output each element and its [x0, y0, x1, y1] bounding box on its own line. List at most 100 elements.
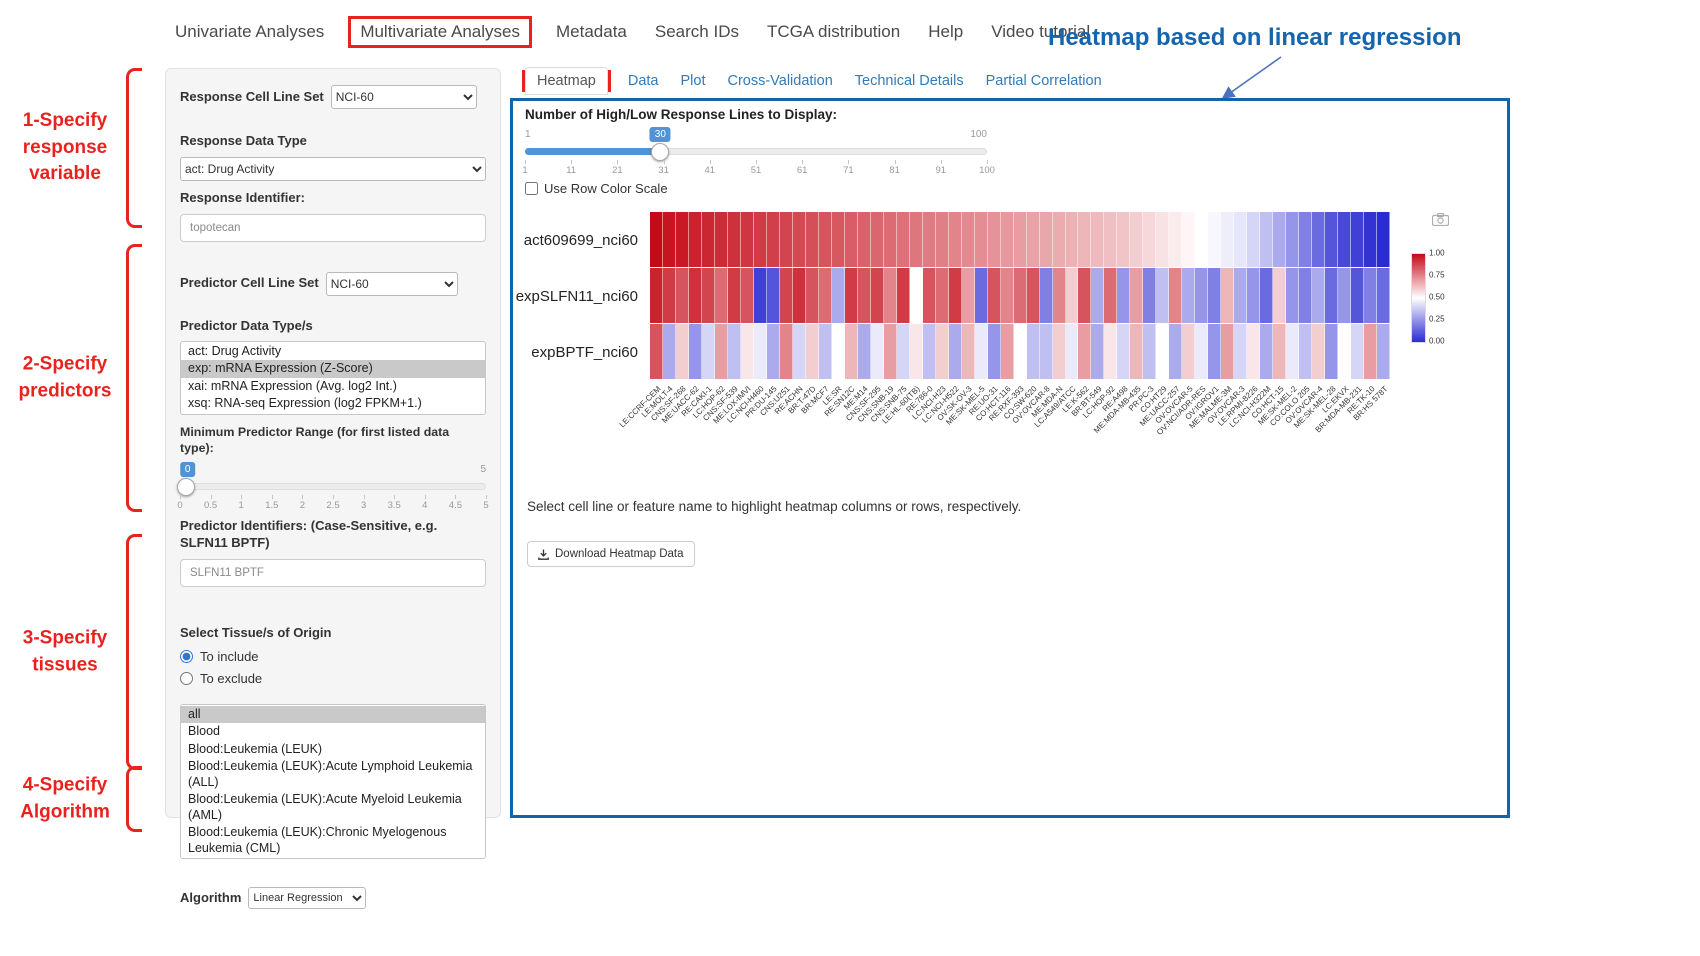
heatmap-cell[interactable] — [780, 212, 793, 267]
heatmap-cell[interactable] — [1325, 324, 1338, 379]
heatmap-cell[interactable] — [1130, 324, 1143, 379]
heatmap-cell[interactable] — [897, 268, 910, 323]
list-option[interactable]: Blood:Leukemia (LEUK):Acute Myeloid Leuk… — [181, 791, 485, 824]
heatmap-cell[interactable] — [1117, 212, 1130, 267]
tab-plot[interactable]: Plot — [669, 68, 716, 94]
heatmap-cell[interactable] — [1234, 324, 1247, 379]
heatmap-cell[interactable] — [1247, 268, 1260, 323]
heatmap-cell[interactable] — [715, 268, 728, 323]
slider-handle[interactable] — [177, 478, 195, 496]
heatmap-cell[interactable] — [1091, 268, 1104, 323]
heatmap-cell[interactable] — [1040, 324, 1053, 379]
heatmap-cell[interactable] — [1053, 212, 1066, 267]
heatmap-cell[interactable] — [884, 212, 897, 267]
heatmap-row-label[interactable]: act609699_nci60 — [513, 212, 645, 268]
heatmap-cell[interactable] — [1325, 268, 1338, 323]
heatmap-cell[interactable] — [936, 212, 949, 267]
heatmap-cell[interactable] — [858, 212, 871, 267]
heatmap-cell[interactable] — [988, 212, 1001, 267]
heatmap-cell[interactable] — [845, 212, 858, 267]
heatmap-cell[interactable] — [923, 324, 936, 379]
heatmap-cell[interactable] — [1351, 212, 1364, 267]
heatmap-cell[interactable] — [1053, 268, 1066, 323]
heatmap-cell[interactable] — [1169, 324, 1182, 379]
slider-track[interactable] — [180, 483, 486, 490]
lines-slider[interactable]: 1 100 30 1112131415161718191100 — [525, 123, 987, 171]
heatmap-cell[interactable] — [767, 212, 780, 267]
heatmap-cell[interactable] — [1338, 324, 1351, 379]
heatmap-cell[interactable] — [910, 212, 923, 267]
heatmap-cell[interactable] — [741, 268, 754, 323]
tissue-radio-to-include[interactable]: To include — [180, 649, 486, 664]
heatmap-cell[interactable] — [1143, 212, 1156, 267]
heatmap-cell[interactable] — [767, 268, 780, 323]
heatmap-cell[interactable] — [1338, 268, 1351, 323]
heatmap-cell[interactable] — [1299, 268, 1312, 323]
heatmap-cell[interactable] — [780, 268, 793, 323]
heatmap-cell[interactable] — [923, 268, 936, 323]
heatmap-cell[interactable] — [1078, 324, 1091, 379]
heatmap-cell[interactable] — [741, 212, 754, 267]
heatmap-cell[interactable] — [1169, 212, 1182, 267]
list-option[interactable]: Blood:Leukemia (LEUK):Chronic Myelogenou… — [181, 824, 485, 857]
response-cell-line-set-select[interactable]: NCI-60 — [331, 85, 477, 109]
heatmap-cell[interactable] — [1195, 268, 1208, 323]
heatmap-cell[interactable] — [1001, 324, 1014, 379]
heatmap-cell[interactable] — [676, 268, 689, 323]
heatmap-cell[interactable] — [962, 212, 975, 267]
list-option[interactable]: all — [181, 706, 485, 724]
heatmap-cell[interactable] — [676, 212, 689, 267]
heatmap-cell[interactable] — [832, 268, 845, 323]
heatmap-cell[interactable] — [819, 268, 832, 323]
heatmap-cell[interactable] — [897, 324, 910, 379]
heatmap-cell[interactable] — [702, 324, 715, 379]
heatmap-cell[interactable] — [1091, 324, 1104, 379]
heatmap-cell[interactable] — [936, 324, 949, 379]
list-option[interactable]: Blood — [181, 723, 485, 741]
heatmap-cell[interactable] — [1208, 268, 1221, 323]
heatmap-cell[interactable] — [1208, 324, 1221, 379]
nav-item-multivariate-analyses[interactable]: Multivariate Analyses — [348, 16, 532, 48]
heatmap-cell[interactable] — [1377, 324, 1390, 379]
heatmap-cell[interactable] — [754, 324, 767, 379]
heatmap-cell[interactable] — [1066, 324, 1079, 379]
heatmap-cell[interactable] — [1364, 324, 1377, 379]
heatmap-cell[interactable] — [1182, 324, 1195, 379]
heatmap-cell[interactable] — [1312, 324, 1325, 379]
heatmap-cell[interactable] — [871, 268, 884, 323]
heatmap-cell[interactable] — [1104, 212, 1117, 267]
heatmap-cell[interactable] — [806, 268, 819, 323]
nav-item-help[interactable]: Help — [928, 22, 963, 42]
predictor-cell-line-set-select[interactable]: NCI-60 — [326, 272, 458, 296]
download-heatmap-data-button[interactable]: Download Heatmap Data — [527, 541, 695, 567]
heatmap-cell[interactable] — [1001, 268, 1014, 323]
heatmap-cell[interactable] — [663, 212, 676, 267]
heatmap-cell[interactable] — [962, 324, 975, 379]
tab-technical-details[interactable]: Technical Details — [844, 68, 975, 94]
heatmap-cell[interactable] — [1091, 212, 1104, 267]
heatmap-cell[interactable] — [689, 212, 702, 267]
nav-item-tcga-distribution[interactable]: TCGA distribution — [767, 22, 900, 42]
heatmap-cell[interactable] — [936, 268, 949, 323]
heatmap-cell[interactable] — [1104, 324, 1117, 379]
heatmap-cell[interactable] — [1299, 212, 1312, 267]
heatmap-cell[interactable] — [1273, 324, 1286, 379]
heatmap-cell[interactable] — [1364, 268, 1377, 323]
list-option[interactable]: exp: mRNA Expression (Z-Score) — [181, 360, 485, 378]
heatmap-cell[interactable] — [897, 212, 910, 267]
heatmap-cell[interactable] — [1066, 268, 1079, 323]
heatmap-cell[interactable] — [819, 212, 832, 267]
heatmap-cell[interactable] — [780, 324, 793, 379]
algorithm-select[interactable]: Linear Regression — [248, 887, 366, 909]
heatmap-cell[interactable] — [650, 212, 663, 267]
heatmap-cell[interactable] — [1156, 268, 1169, 323]
heatmap-cell[interactable] — [858, 324, 871, 379]
heatmap-cell[interactable] — [1027, 324, 1040, 379]
response-identifier-input[interactable] — [180, 214, 486, 242]
heatmap-cell[interactable] — [1156, 212, 1169, 267]
heatmap-cell[interactable] — [715, 212, 728, 267]
heatmap-cell[interactable] — [975, 268, 988, 323]
heatmap-cell[interactable] — [871, 324, 884, 379]
heatmap-cell[interactable] — [754, 212, 767, 267]
heatmap-cell[interactable] — [1286, 324, 1299, 379]
